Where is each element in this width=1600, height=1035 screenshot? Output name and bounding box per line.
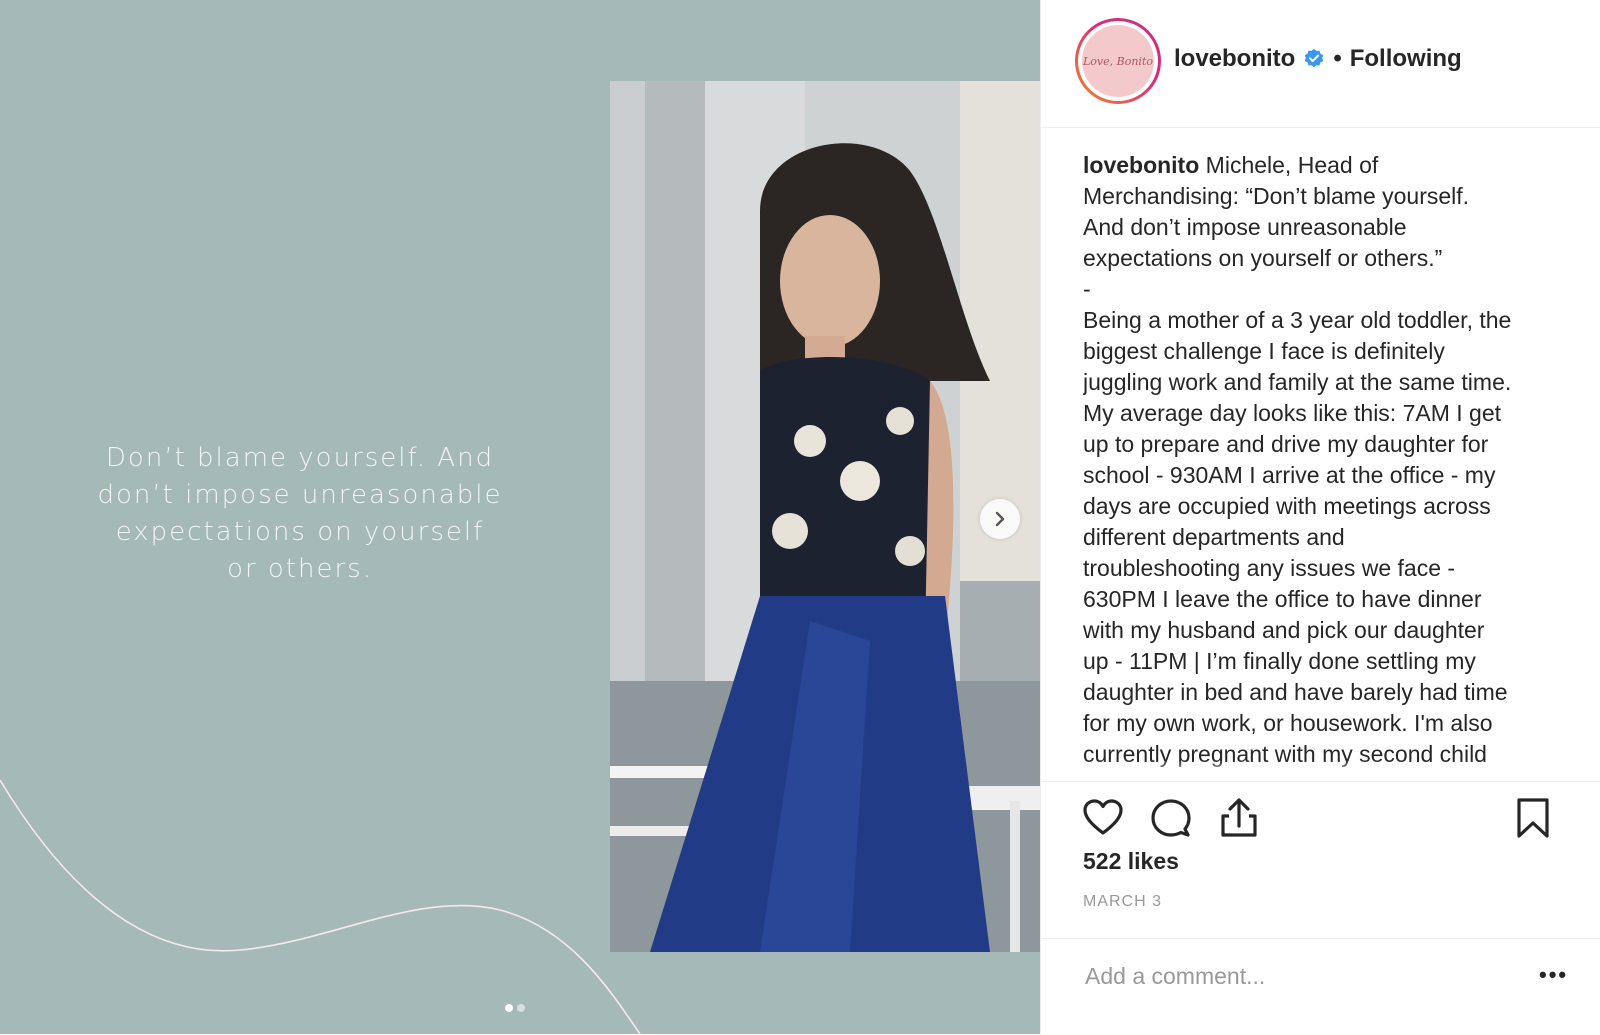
carousel-dot-active — [505, 1004, 513, 1012]
chevron-right-icon — [995, 511, 1005, 527]
carousel-dot — [517, 1004, 525, 1012]
decorative-wave-line — [0, 779, 641, 1034]
header-username[interactable]: lovebonito — [1174, 45, 1295, 73]
caption-fade — [1083, 760, 1573, 780]
more-options-button[interactable]: ••• — [1539, 961, 1573, 989]
bookmark-icon[interactable] — [1511, 796, 1555, 840]
avatar-story-ring[interactable]: Love, Bonito — [1075, 18, 1161, 104]
post-media: Don’t blame yourself. And don’t impose u… — [0, 0, 1040, 1034]
header-separator: • — [1333, 45, 1342, 72]
post-header: Love, Bonito lovebonito • Following — [1041, 0, 1600, 128]
avatar-frame: Love, Bonito — [1078, 21, 1158, 101]
avatar: Love, Bonito — [1082, 25, 1154, 97]
heart-icon[interactable] — [1081, 796, 1125, 840]
post-caption: lovebonito Michele, Head of Merchandisin… — [1083, 150, 1573, 778]
follow-status-button[interactable]: Following — [1350, 45, 1462, 73]
post-date[interactable]: MARCH 3 — [1083, 893, 1162, 911]
quote-line: or others. — [227, 554, 373, 584]
comment-input[interactable] — [1083, 953, 1507, 999]
avatar-logo-text: Love, Bonito — [1083, 54, 1153, 68]
caption-text: Michele, Head of Merchandising: “Don’t b… — [1083, 152, 1512, 767]
carousel-next-button[interactable] — [980, 499, 1020, 539]
header-user: lovebonito • Following — [1174, 45, 1462, 73]
caption-username[interactable]: lovebonito — [1083, 152, 1199, 178]
quote-line: Don’t blame yourself. And — [105, 443, 495, 473]
model-photo — [610, 81, 1040, 952]
comment-bubble-icon[interactable] — [1149, 796, 1193, 840]
carousel-indicator — [505, 1004, 525, 1012]
post-sidebar: Love, Bonito lovebonito • Following love… — [1040, 0, 1600, 1034]
quote-line: expectations on yourself — [115, 517, 485, 547]
quote-line: don’t impose unreasonable — [97, 480, 503, 510]
quote-text: Don’t blame yourself. And don’t impose u… — [60, 440, 540, 588]
comment-bar: ••• — [1041, 938, 1600, 1035]
share-upload-icon[interactable] — [1217, 796, 1261, 840]
likes-count[interactable]: 522 likes — [1083, 848, 1179, 875]
action-bar — [1041, 781, 1600, 852]
verified-badge-icon — [1305, 48, 1324, 68]
